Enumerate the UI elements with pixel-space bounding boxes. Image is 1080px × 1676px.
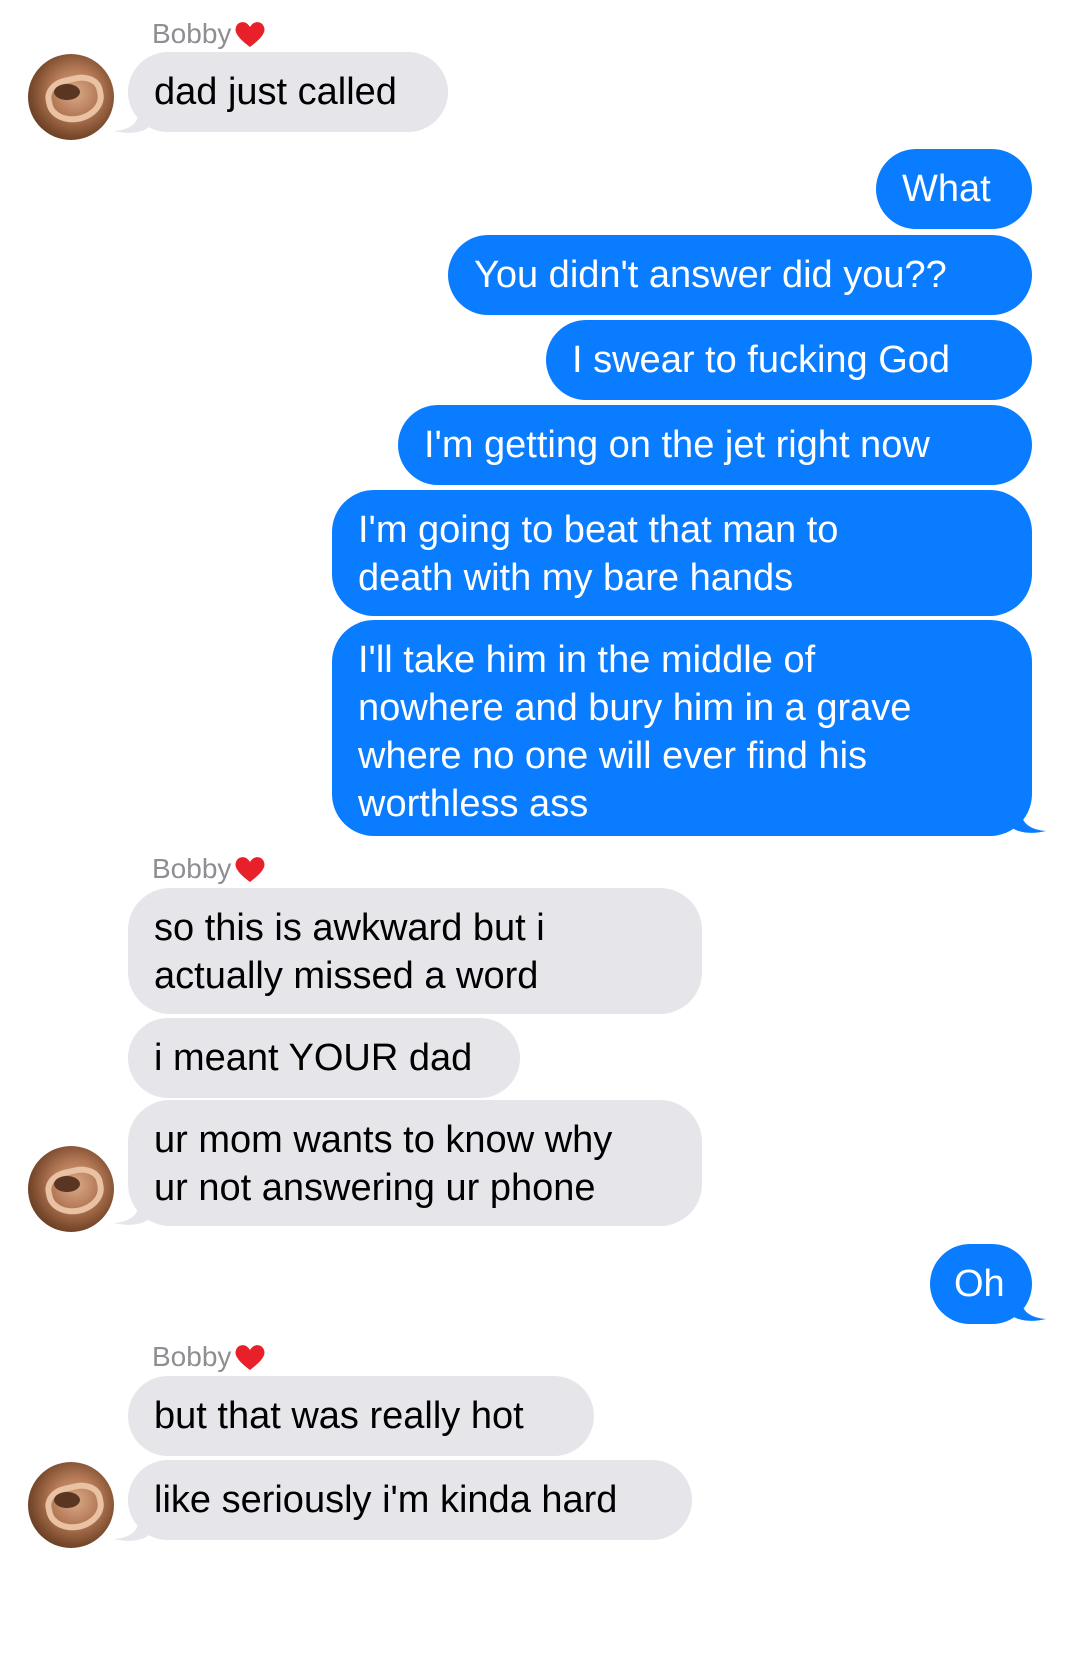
contact-avatar[interactable] bbox=[28, 1462, 114, 1548]
message-bubble-incoming[interactable]: dad just called bbox=[128, 52, 448, 132]
heart-icon bbox=[235, 857, 265, 882]
message-bubble-outgoing[interactable]: What bbox=[876, 149, 1032, 229]
message-bubble-incoming[interactable]: i meant YOUR dad bbox=[128, 1018, 520, 1098]
contact-avatar[interactable] bbox=[28, 1146, 114, 1232]
message-bubble-outgoing[interactable]: Oh bbox=[930, 1244, 1032, 1324]
message-bubble-outgoing[interactable]: I swear to fucking God bbox=[546, 320, 1032, 400]
message-bubble-incoming[interactable]: but that was really hot bbox=[128, 1376, 594, 1456]
heart-icon bbox=[235, 22, 265, 47]
sender-name: Bobby bbox=[152, 852, 267, 886]
message-bubble-outgoing[interactable]: I'm going to beat that man to death with… bbox=[332, 490, 1032, 616]
message-bubble-incoming[interactable]: like seriously i'm kinda hard bbox=[128, 1460, 692, 1540]
sender-name-text: Bobby bbox=[152, 853, 232, 884]
contact-avatar[interactable] bbox=[28, 54, 114, 140]
sender-name: Bobby bbox=[152, 1340, 267, 1374]
message-bubble-incoming[interactable]: so this is awkward but i actually missed… bbox=[128, 888, 702, 1014]
message-bubble-outgoing[interactable]: I'll take him in the middle of nowhere a… bbox=[332, 620, 1032, 836]
message-bubble-outgoing[interactable]: I'm getting on the jet right now bbox=[398, 405, 1032, 485]
message-bubble-incoming[interactable]: ur mom wants to know why ur not answerin… bbox=[128, 1100, 702, 1226]
heart-icon bbox=[235, 1345, 265, 1370]
message-bubble-outgoing[interactable]: You didn't answer did you?? bbox=[448, 235, 1032, 315]
sender-name-text: Bobby bbox=[152, 18, 232, 49]
sender-name: Bobby bbox=[152, 17, 267, 51]
sender-name-text: Bobby bbox=[152, 1341, 232, 1372]
